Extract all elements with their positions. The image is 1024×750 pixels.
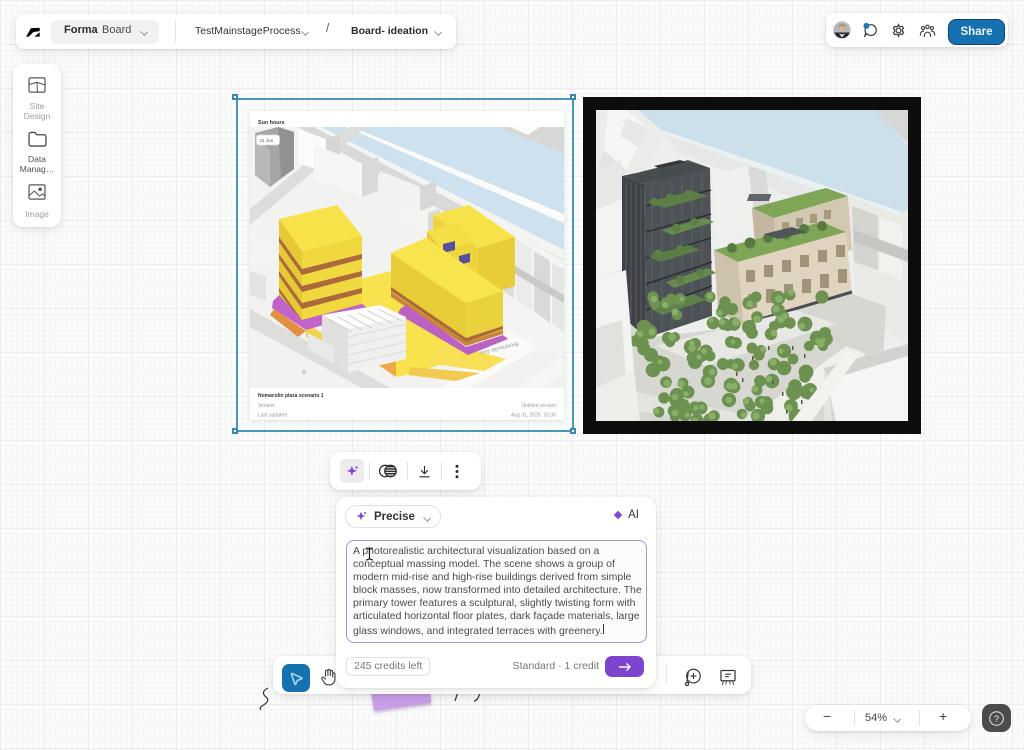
- svg-text:Last updated: Last updated: [258, 413, 287, 419]
- svg-text:Untitled version: Untitled version: [522, 403, 557, 409]
- svg-text:21 Jun: 21 Jun: [260, 138, 274, 143]
- svg-text:Nomacolin plaza scenario 1: Nomacolin plaza scenario 1: [258, 393, 324, 399]
- svg-text:Version: Version: [258, 403, 275, 409]
- svg-text:Aug 31, 2025, 10:36: Aug 31, 2025, 10:36: [511, 413, 556, 419]
- svg-text:?: ?: [994, 713, 999, 723]
- svg-text:Sun hours: Sun hours: [258, 120, 285, 126]
